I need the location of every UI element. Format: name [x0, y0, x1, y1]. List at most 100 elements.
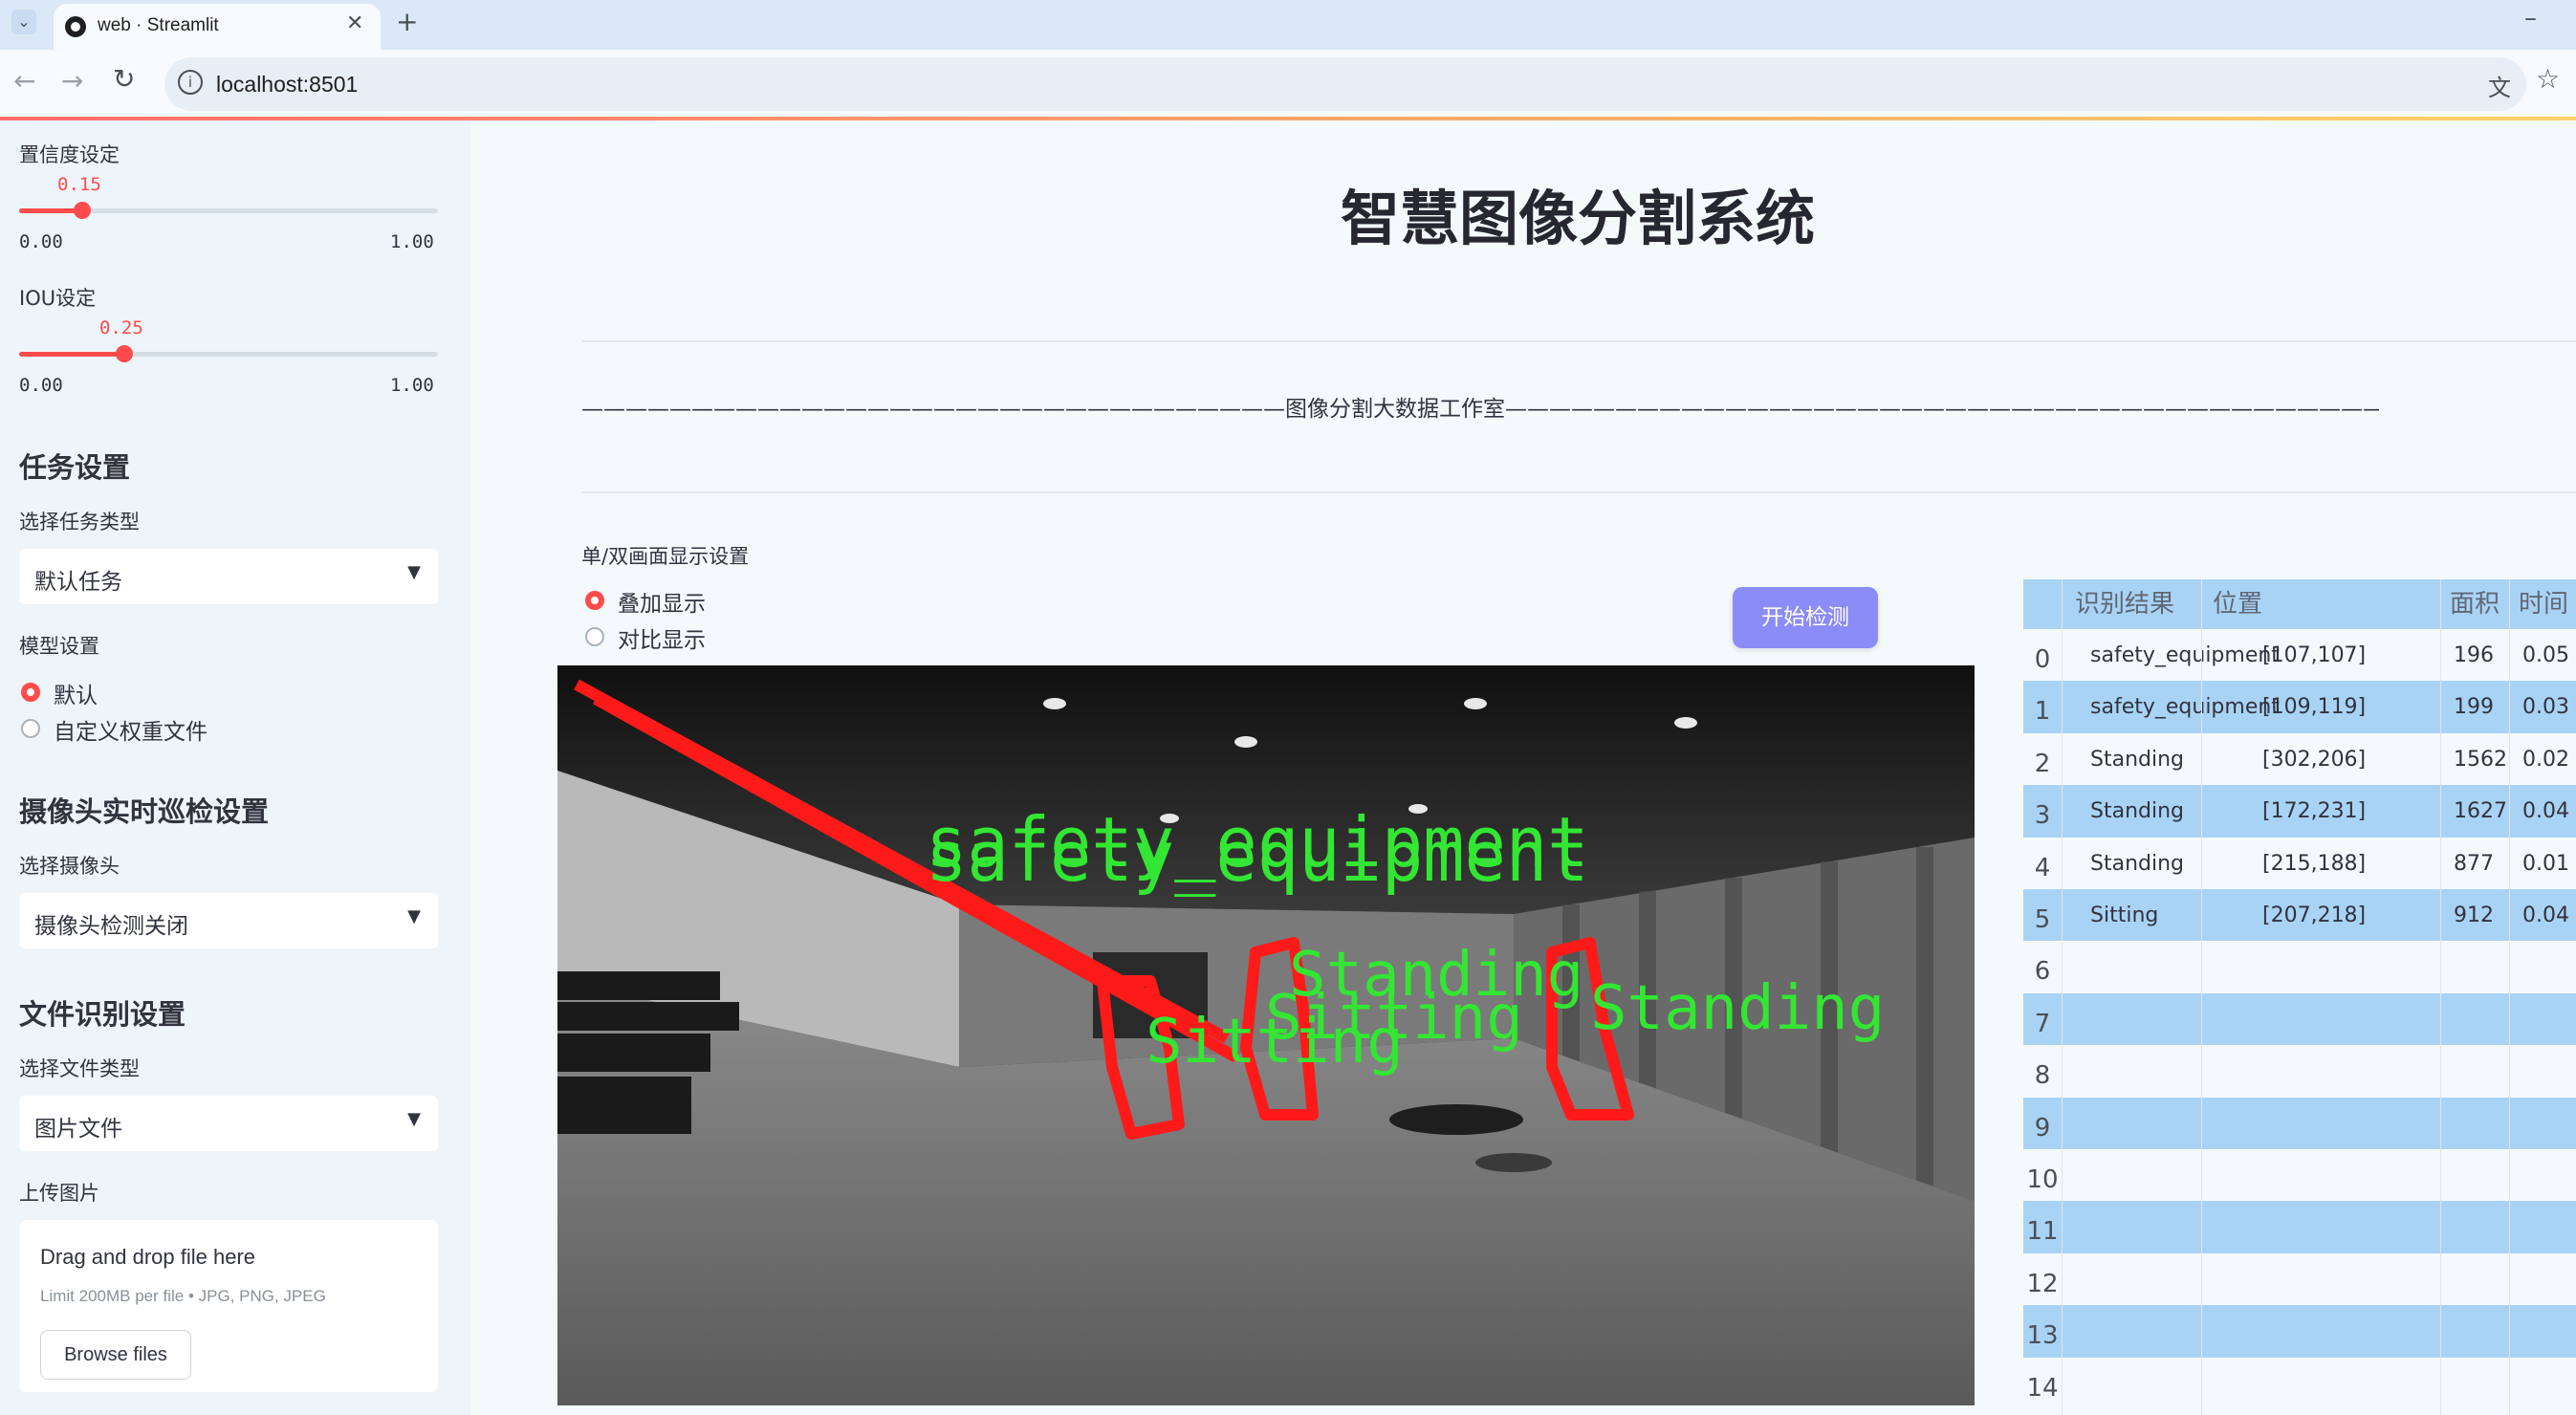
- file-type-label: 选择文件类型: [19, 1057, 140, 1080]
- cell-time: 0.04: [2522, 903, 2569, 927]
- confidence-label: 置信度设定: [19, 143, 120, 166]
- cell-result: Standing: [2090, 799, 2185, 824]
- close-tab-icon[interactable]: ✕: [346, 11, 363, 35]
- table-row[interactable]: 6: [2023, 941, 2576, 993]
- back-icon[interactable]: ←: [13, 65, 35, 97]
- url-field[interactable]: i localhost:8501 文: [164, 57, 2526, 111]
- table-row[interactable]: 7: [2023, 992, 2576, 1046]
- display-option-overlay[interactable]: 叠加显示: [618, 585, 706, 618]
- browser-tab[interactable]: web · Streamlit ✕: [54, 4, 381, 50]
- row-index: 14: [2026, 1373, 2059, 1403]
- sidebar: 置信度设定 0.15 0.00 1.00 IOU设定 0.25 0.00 1.0…: [0, 120, 470, 1415]
- new-tab-icon[interactable]: +: [396, 6, 418, 37]
- camera-select-value: 摄像头检测关闭: [34, 914, 188, 939]
- browser-tab-bar: ⌄ web · Streamlit ✕ + –: [0, 0, 2576, 50]
- confidence-max: 1.00: [390, 231, 434, 252]
- cell-time: 0.02: [2522, 747, 2569, 772]
- task-settings-header: 任务设置: [19, 451, 131, 484]
- table-row[interactable]: 13: [2023, 1305, 2576, 1358]
- column-header-area[interactable]: 面积: [2450, 579, 2500, 629]
- column-header-time[interactable]: 时间: [2519, 579, 2568, 629]
- cell-result: safety_equipment: [2090, 643, 2280, 667]
- cell-area: 199: [2454, 695, 2494, 720]
- iou-min: 0.00: [19, 375, 63, 396]
- table-row[interactable]: 5 Sitting [207,218] 912 0.04: [2023, 889, 2576, 942]
- cell-area: 912: [2454, 903, 2494, 927]
- divider-bottom: [581, 491, 2576, 493]
- upload-label: 上传图片: [19, 1182, 99, 1205]
- table-row[interactable]: 0 safety_equipment [107,107] 196 0.05: [2023, 629, 2576, 682]
- upload-limit-text: Limit 200MB per file • JPG, PNG, JPEG: [40, 1287, 326, 1305]
- table-row[interactable]: 12: [2023, 1252, 2576, 1306]
- model-settings-label: 模型设置: [19, 635, 99, 658]
- display-option-compare[interactable]: 对比显示: [618, 621, 706, 654]
- iou-value: 0.25: [99, 317, 143, 338]
- table-row[interactable]: 10: [2023, 1149, 2576, 1202]
- display-radio-overlay[interactable]: [585, 591, 604, 610]
- browse-files-button[interactable]: Browse files: [40, 1330, 191, 1380]
- cell-area: 877: [2454, 851, 2494, 876]
- results-table[interactable]: 识别结果 位置 面积 时间 0 safety_equipment [107,107]…: [2023, 579, 2576, 1415]
- url-text: localhost:8501: [216, 72, 359, 97]
- table-row[interactable]: 11: [2023, 1201, 2576, 1253]
- chevron-down-icon: ▼: [407, 906, 421, 926]
- iou-slider-thumb[interactable]: [116, 345, 133, 362]
- task-type-select[interactable]: 默认任务 ▼: [19, 549, 438, 604]
- table-row[interactable]: 4 Standing [215,188] 877 0.01: [2023, 837, 2576, 889]
- cell-position: [109,119]: [2262, 695, 2367, 720]
- column-header-position[interactable]: 位置: [2213, 579, 2262, 629]
- confidence-value: 0.15: [57, 174, 101, 195]
- camera-settings-header: 摄像头实时巡检设置: [19, 795, 270, 828]
- table-row[interactable]: 1 safety_equipment [109,119] 199 0.03: [2023, 681, 2576, 733]
- cell-result: Standing: [2090, 851, 2185, 876]
- tab-list-icon[interactable]: ⌄: [11, 10, 36, 34]
- segmentation-canvas: safety_equipment safety_equipment Standi…: [557, 665, 1975, 1405]
- cell-position: [215,188]: [2262, 851, 2367, 876]
- table-row[interactable]: 2 Standing [302,206] 1562 0.02: [2023, 732, 2576, 786]
- cell-position: [172,231]: [2262, 799, 2367, 824]
- table-row[interactable]: 8: [2023, 1045, 2576, 1098]
- label-safety-2: safety_equipment: [926, 816, 1589, 897]
- label-standing-2: Standing: [1590, 973, 1885, 1044]
- cell-result: Standing: [2090, 747, 2185, 772]
- chevron-down-icon: ▼: [407, 1109, 421, 1129]
- column-header-result[interactable]: 识别结果: [2075, 579, 2174, 629]
- bookmark-star-icon[interactable]: ☆: [2536, 63, 2560, 95]
- cell-position: [107,107]: [2262, 643, 2367, 667]
- camera-select-label: 选择摄像头: [19, 855, 120, 878]
- confidence-slider[interactable]: [19, 202, 438, 219]
- table-row[interactable]: 14: [2023, 1357, 2576, 1409]
- file-type-select[interactable]: 图片文件 ▼: [19, 1096, 438, 1151]
- display-settings-label: 单/双画面显示设置: [581, 545, 750, 568]
- divider-top: [581, 340, 2576, 342]
- file-type-value: 图片文件: [34, 1117, 122, 1142]
- translate-icon[interactable]: 文: [2488, 69, 2511, 102]
- forward-icon[interactable]: →: [61, 65, 83, 97]
- start-detection-button[interactable]: 开始检测: [1733, 587, 1878, 648]
- cell-result: Sitting: [2090, 903, 2159, 927]
- model-radio-default[interactable]: [21, 683, 40, 702]
- model-option-custom[interactable]: 自定义权重文件: [54, 713, 207, 746]
- cell-position: [207,218]: [2262, 903, 2367, 927]
- confidence-min: 0.00: [19, 231, 63, 252]
- task-type-value: 默认任务: [34, 570, 122, 595]
- cell-time: 0.04: [2522, 799, 2569, 824]
- cell-area: 196: [2454, 643, 2494, 667]
- model-radio-custom[interactable]: [21, 719, 40, 738]
- display-radio-compare[interactable]: [585, 627, 604, 646]
- iou-slider[interactable]: [19, 345, 438, 362]
- cell-area: 1627: [2454, 799, 2507, 824]
- file-uploader-dropzone[interactable]: Drag and drop file here Limit 200MB per …: [19, 1220, 438, 1392]
- cell-area: 1562: [2454, 747, 2507, 772]
- camera-select[interactable]: 摄像头检测关闭 ▼: [19, 893, 438, 948]
- model-option-default[interactable]: 默认: [54, 677, 98, 709]
- minimize-icon[interactable]: –: [2524, 4, 2537, 33]
- table-row[interactable]: 3 Standing [172,231] 1627 0.04: [2023, 785, 2576, 838]
- confidence-slider-thumb[interactable]: [74, 202, 91, 219]
- page-title: 智慧图像分割系统: [1340, 184, 1815, 253]
- tab-title: web · Streamlit: [98, 15, 219, 35]
- cell-time: 0.05: [2522, 643, 2569, 667]
- site-info-icon[interactable]: i: [178, 70, 203, 95]
- table-row[interactable]: 9: [2023, 1097, 2576, 1149]
- reload-icon[interactable]: ↻: [113, 63, 135, 95]
